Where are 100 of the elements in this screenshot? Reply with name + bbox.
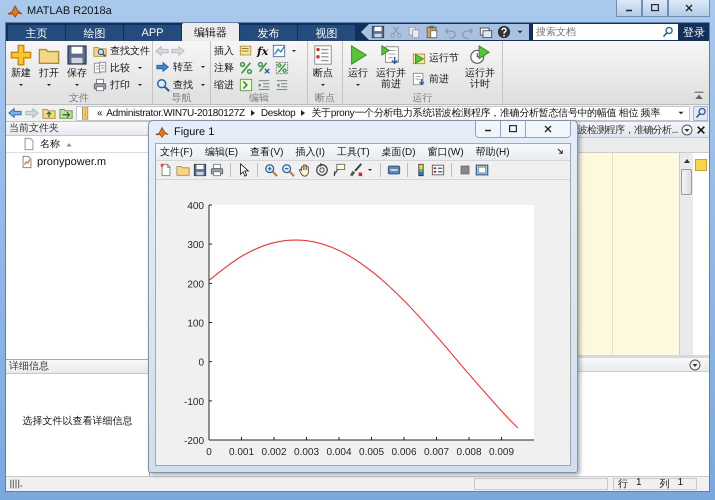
overflow-chevron[interactable]: « [97,108,102,118]
paste-icon[interactable] [425,25,439,39]
breakpoint-icon [312,44,334,66]
menu-item[interactable]: 文件(F) [160,145,193,159]
path-segment[interactable]: Administrator.WIN7U-20180127Z [106,108,245,118]
indent-icon[interactable] [275,78,289,92]
separator-arrow-icon[interactable] [248,109,257,117]
zoom-in-icon[interactable] [264,163,278,177]
scrollbar[interactable] [679,153,693,355]
window-icon[interactable] [475,163,489,177]
windows-icon[interactable] [479,25,493,39]
collapse-icon[interactable] [693,90,705,102]
save-icon[interactable] [193,163,207,177]
menu-item[interactable]: 窗口(W) [428,145,464,159]
tick-label: 400 [187,201,204,212]
ribbon-button[interactable]: 比较 [92,60,151,76]
status-label: 行 [618,478,628,491]
ribbon-tab[interactable]: 绘图 [66,25,123,41]
panel-menu-icon[interactable] [681,124,693,136]
caret-icon [319,81,327,89]
ribbon-button[interactable]: 打开 [36,43,62,93]
ribbon-button[interactable]: 查找 [155,77,208,92]
ribbon-tab[interactable]: 编辑器 [182,23,239,41]
file-name[interactable]: pronypower.m [37,156,106,168]
editor-tab-title[interactable]: 波检测程序，准确分析... [577,122,678,136]
save-icon[interactable] [371,25,385,39]
menu-item[interactable]: 帮助(H) [476,145,510,159]
new-file-icon[interactable] [159,163,173,177]
login-button[interactable]: 登录 [683,24,709,40]
ribbon-button[interactable]: 断点 [310,43,336,93]
panel-menu-icon[interactable] [689,358,701,370]
scroll-thumb[interactable] [681,169,692,195]
menu-item[interactable]: 工具(T) [336,145,370,159]
print-icon[interactable] [210,163,224,177]
close-button[interactable] [668,0,710,17]
caret-icon[interactable] [290,47,298,55]
percent-icon[interactable] [239,61,253,75]
close-icon[interactable] [696,124,706,134]
ribbon-button[interactable]: 缩进 [213,78,235,92]
pointer-icon[interactable] [237,163,251,177]
path-segment[interactable]: Desktop [260,108,296,118]
ribbon-button[interactable]: 新建 [8,43,34,93]
back-arrow-icon[interactable] [8,106,22,120]
grip-icon[interactable] [9,477,23,491]
ribbon-tab[interactable]: 视图 [298,25,355,41]
ribbon-button[interactable]: 注释 [213,60,235,76]
menu-item[interactable]: 桌面(D) [382,145,416,159]
maximize-button[interactable] [642,0,668,17]
legend-icon[interactable] [431,163,445,177]
ribbon-button[interactable]: 运行节 [411,50,460,65]
column-header[interactable]: 名称 [6,136,149,153]
ribbon-button[interactable]: 运行并计时 [462,43,498,93]
tick-label: -200 [184,436,204,447]
compare-icon [93,61,107,75]
browse-folder-icon[interactable] [59,106,73,120]
ribbon-button[interactable]: 保存 [64,43,90,93]
tick-label: 0.009 [488,447,514,458]
menu-item[interactable]: 查看(V) [250,145,284,159]
separator-arrow-icon[interactable] [299,109,308,117]
ribbon-button[interactable]: 查找文件 [92,44,151,58]
rotate-icon[interactable] [315,163,329,177]
ribbon-tab[interactable]: 发布 [240,25,297,41]
ribbon-button[interactable]: 插入 [213,44,235,58]
path-segment[interactable]: 关于prony一个分析电力系统谐波检测程序，准确分析暂态信号中的幅值 相位 频率 [311,106,660,120]
hand-icon[interactable] [298,163,312,177]
percent-icon[interactable] [275,61,289,75]
plus-icon [10,44,32,66]
search-field[interactable]: 搜索文档 [533,24,678,40]
ribbon-tab[interactable]: 主页 [8,25,65,41]
tick-label: 0 [198,358,204,369]
tick-label: 100 [187,318,204,330]
ribbon-button[interactable]: 转至 [155,60,208,75]
group-label: 导航 [153,93,210,104]
search-icon[interactable] [662,26,674,38]
caret-icon[interactable] [366,166,374,174]
zoom-out-icon[interactable] [281,163,295,177]
brush-icon[interactable] [349,163,363,177]
function-button[interactable]: fx [257,44,268,58]
ribbon-button[interactable]: 打印 [92,78,151,92]
ribbon-button[interactable]: 运行 [345,43,371,93]
indent-icon[interactable] [239,78,253,92]
ribbon-button[interactable]: 运行并前进 [373,43,409,93]
percent-icon[interactable] [257,61,271,75]
square-icon[interactable] [458,163,472,177]
address-field[interactable]: « Administrator.WIN7U-20180127Z Desktop 关于prony一个分析电力系统谐波检测程序，准确分析暂态信号中的幅值 相位 频率 [76,106,690,120]
ribbon-tab[interactable]: APP [124,25,181,41]
close-icon [683,2,695,14]
minimize-icon [625,8,633,12]
menu-item[interactable]: 插入(I) [295,145,325,159]
ribbon-button[interactable]: 前进 [411,71,460,86]
up-folder-icon[interactable] [42,106,56,120]
figure-title: Figure 1 [174,126,214,138]
section-icon[interactable] [239,44,253,58]
search-button[interactable] [693,106,708,120]
caret-icon [17,81,25,89]
help-icon[interactable] [497,25,511,39]
data-cursor-icon[interactable] [332,163,346,177]
chart-icon[interactable] [272,44,286,58]
menu-item[interactable]: 编辑(E) [204,145,238,159]
indent-icon[interactable] [257,78,271,92]
